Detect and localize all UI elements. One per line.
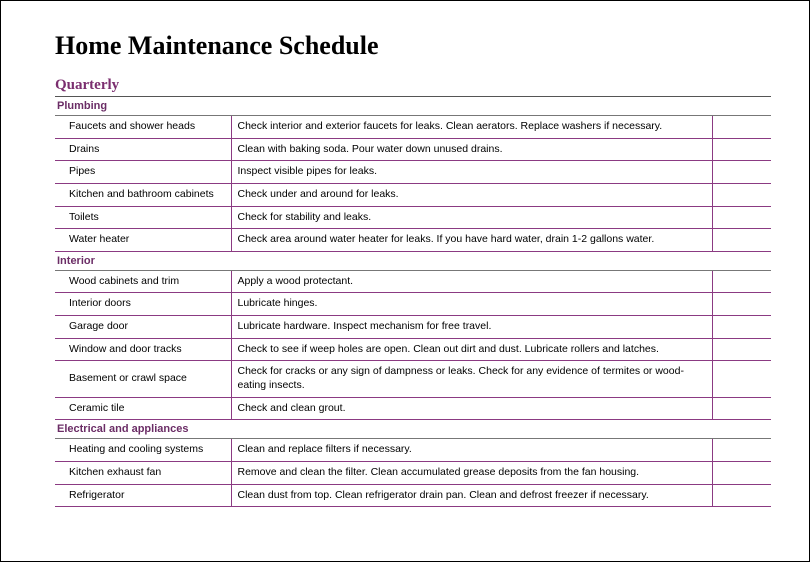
item-description: Check under and around for leaks.	[231, 183, 713, 206]
section-title: Plumbing	[55, 97, 771, 116]
table-row: Basement or crawl spaceCheck for cracks …	[55, 361, 771, 397]
section-header: Interior	[55, 251, 771, 270]
item-name: Water heater	[55, 229, 231, 252]
section-header: Electrical and appliances	[55, 420, 771, 439]
item-name: Ceramic tile	[55, 397, 231, 420]
item-description: Check for cracks or any sign of dampness…	[231, 361, 713, 397]
item-name: Window and door tracks	[55, 338, 231, 361]
check-cell	[713, 206, 771, 229]
page-title: Home Maintenance Schedule	[55, 31, 771, 61]
check-cell	[713, 293, 771, 316]
check-cell	[713, 316, 771, 339]
check-cell	[713, 116, 771, 139]
item-description: Lubricate hardware. Inspect mechanism fo…	[231, 316, 713, 339]
section-title: Electrical and appliances	[55, 420, 771, 439]
table-row: Heating and cooling systemsClean and rep…	[55, 439, 771, 462]
table-row: Water heaterCheck area around water heat…	[55, 229, 771, 252]
check-cell	[713, 270, 771, 293]
item-description: Apply a wood protectant.	[231, 270, 713, 293]
item-description: Inspect visible pipes for leaks.	[231, 161, 713, 184]
item-description: Remove and clean the filter. Clean accum…	[231, 461, 713, 484]
item-name: Basement or crawl space	[55, 361, 231, 397]
table-row: Kitchen exhaust fanRemove and clean the …	[55, 461, 771, 484]
page-container: Home Maintenance Schedule Quarterly Plum…	[3, 3, 807, 559]
item-name: Kitchen exhaust fan	[55, 461, 231, 484]
table-row: PipesInspect visible pipes for leaks.	[55, 161, 771, 184]
check-cell	[713, 161, 771, 184]
item-description: Clean with baking soda. Pour water down …	[231, 138, 713, 161]
page-subtitle: Quarterly	[55, 77, 771, 97]
check-cell	[713, 361, 771, 397]
item-description: Check and clean grout.	[231, 397, 713, 420]
check-cell	[713, 229, 771, 252]
item-name: Refrigerator	[55, 484, 231, 507]
item-description: Lubricate hinges.	[231, 293, 713, 316]
item-name: Faucets and shower heads	[55, 116, 231, 139]
check-cell	[713, 484, 771, 507]
item-name: Interior doors	[55, 293, 231, 316]
table-row: Ceramic tileCheck and clean grout.	[55, 397, 771, 420]
check-cell	[713, 138, 771, 161]
check-cell	[713, 439, 771, 462]
table-row: DrainsClean with baking soda. Pour water…	[55, 138, 771, 161]
item-description: Check area around water heater for leaks…	[231, 229, 713, 252]
item-name: Kitchen and bathroom cabinets	[55, 183, 231, 206]
check-cell	[713, 338, 771, 361]
table-row: Garage doorLubricate hardware. Inspect m…	[55, 316, 771, 339]
item-name: Pipes	[55, 161, 231, 184]
check-cell	[713, 461, 771, 484]
table-row: Kitchen and bathroom cabinetsCheck under…	[55, 183, 771, 206]
section-header: Plumbing	[55, 97, 771, 116]
table-row: RefrigeratorClean dust from top. Clean r…	[55, 484, 771, 507]
check-cell	[713, 397, 771, 420]
item-description: Clean dust from top. Clean refrigerator …	[231, 484, 713, 507]
item-description: Check interior and exterior faucets for …	[231, 116, 713, 139]
item-name: Garage door	[55, 316, 231, 339]
item-description: Check for stability and leaks.	[231, 206, 713, 229]
item-name: Heating and cooling systems	[55, 439, 231, 462]
item-name: Wood cabinets and trim	[55, 270, 231, 293]
item-description: Clean and replace filters if necessary.	[231, 439, 713, 462]
item-name: Drains	[55, 138, 231, 161]
section-title: Interior	[55, 251, 771, 270]
table-row: Interior doorsLubricate hinges.	[55, 293, 771, 316]
check-cell	[713, 183, 771, 206]
table-row: Faucets and shower headsCheck interior a…	[55, 116, 771, 139]
table-row: Wood cabinets and trimApply a wood prote…	[55, 270, 771, 293]
table-row: ToiletsCheck for stability and leaks.	[55, 206, 771, 229]
item-description: Check to see if weep holes are open. Cle…	[231, 338, 713, 361]
item-name: Toilets	[55, 206, 231, 229]
table-row: Window and door tracksCheck to see if we…	[55, 338, 771, 361]
schedule-table: PlumbingFaucets and shower headsCheck in…	[55, 97, 771, 507]
